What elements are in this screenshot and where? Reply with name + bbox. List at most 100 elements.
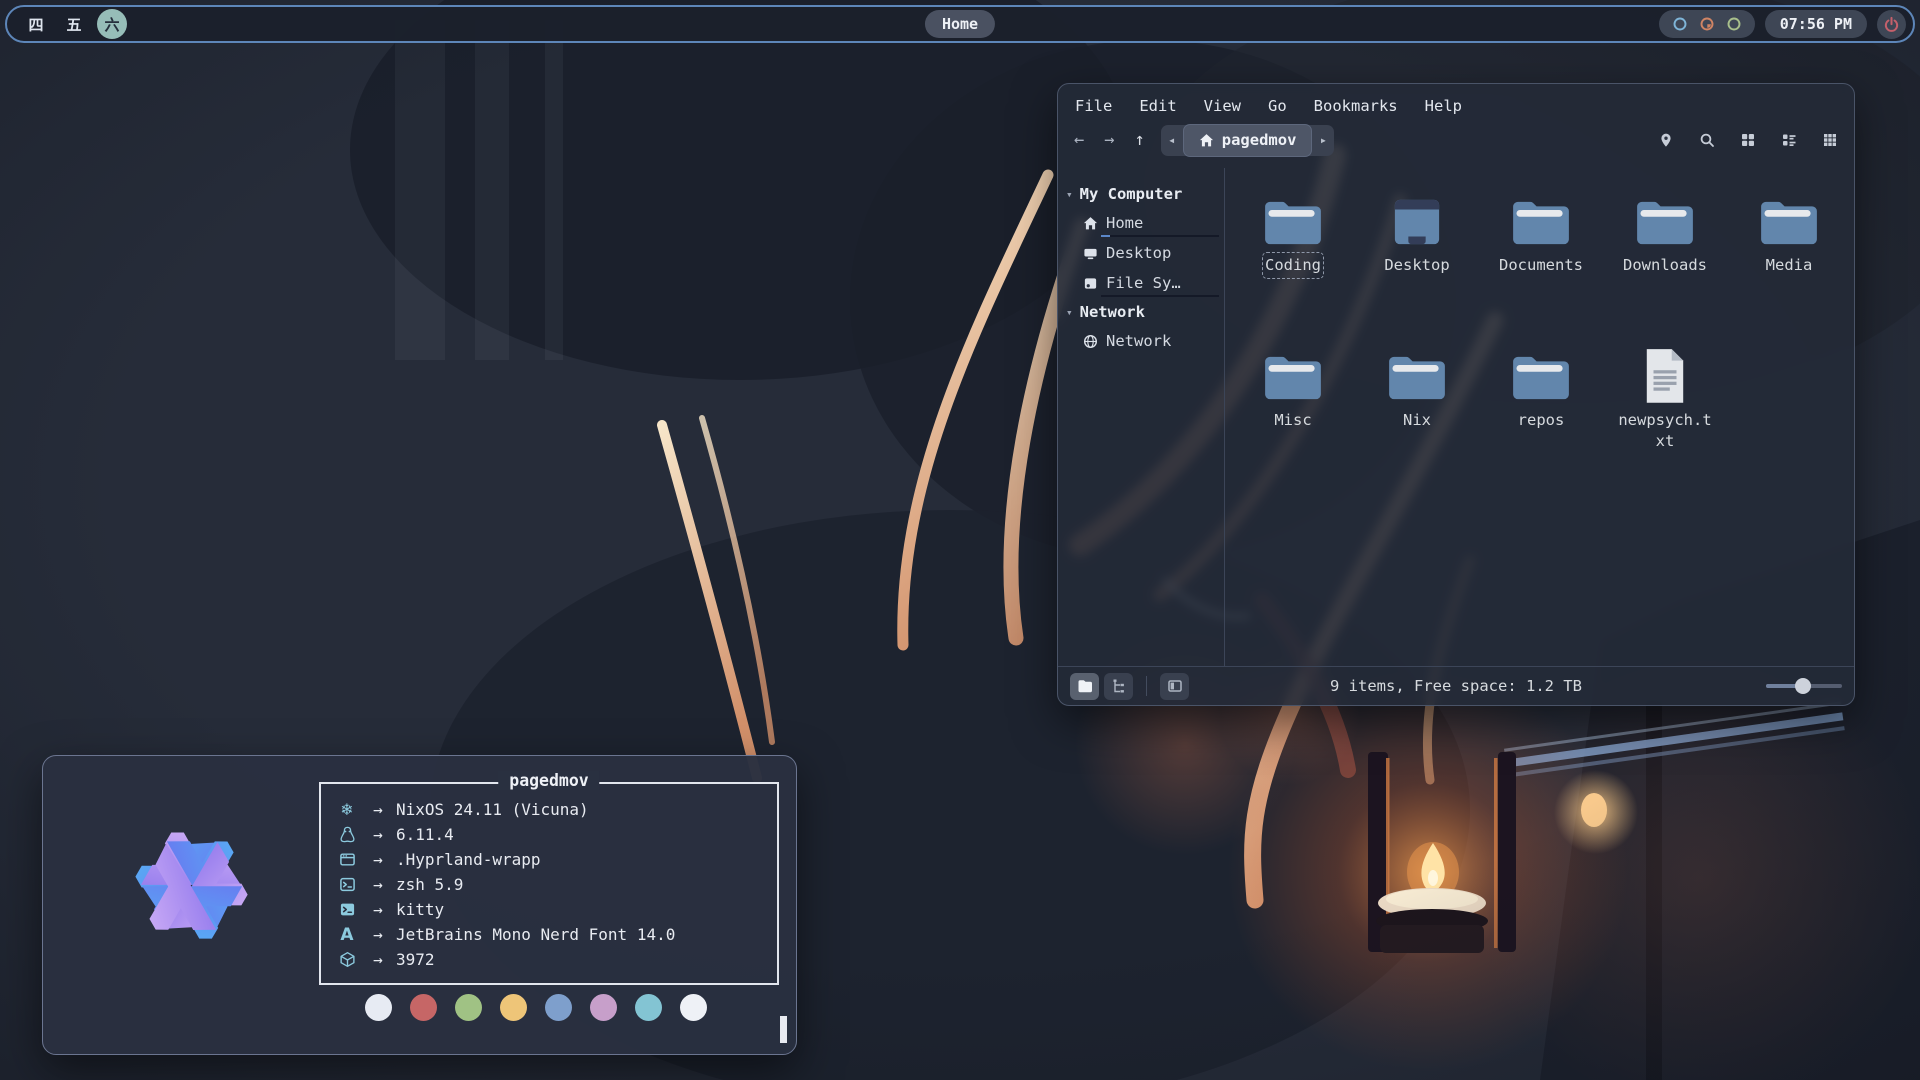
thumbnail-view-icon[interactable] (1822, 132, 1838, 148)
nav-buttons: ← → ↑ (1074, 130, 1145, 150)
file-coding[interactable]: Coding (1231, 190, 1355, 276)
file-misc[interactable]: Misc (1231, 345, 1355, 431)
menu-file[interactable]: File (1075, 97, 1112, 115)
fetch-row: A→JetBrains Mono Nerd Font 14.0 (334, 922, 769, 947)
file-label: Coding (1265, 255, 1321, 276)
file-newpsych.txt[interactable]: newpsych.txt (1603, 345, 1727, 452)
menu-bar: File Edit View Go Bookmarks Help (1058, 84, 1854, 119)
file-downloads[interactable]: Downloads (1603, 190, 1727, 276)
sidebar-item-desktop[interactable]: Desktop (1058, 238, 1224, 268)
section-label: Network (1080, 303, 1145, 321)
window-body: ▾My Computer Home Desktop File Sy… ▾ Network N… (1058, 168, 1854, 667)
palette-dot-4 (500, 994, 527, 1021)
arrow-right-icon: → (360, 875, 396, 894)
zoom-slider[interactable] (1766, 677, 1842, 695)
home-icon (1083, 216, 1098, 231)
separator (1146, 676, 1147, 696)
palette-dot-8 (680, 994, 707, 1021)
window-icon (334, 851, 360, 868)
file-label: Nix (1403, 410, 1431, 431)
file-desktop[interactable]: Desktop (1355, 190, 1479, 276)
file-label: Downloads (1623, 255, 1707, 276)
compact-view-icon[interactable] (1781, 132, 1797, 148)
back-icon[interactable]: ← (1074, 130, 1084, 150)
fetch-value: NixOS 24.11 (Vicuna) (396, 800, 589, 819)
menu-view[interactable]: View (1204, 97, 1241, 115)
fetch-value: 6.11.4 (396, 825, 454, 844)
workspace-1[interactable]: 四 (21, 9, 51, 39)
forward-icon[interactable]: → (1104, 130, 1114, 150)
chevron-left-icon[interactable]: ◂ (1161, 133, 1183, 147)
terminal-icon (334, 901, 360, 918)
file-documents[interactable]: Documents (1479, 190, 1603, 276)
side-panel-button[interactable] (1160, 673, 1189, 700)
chevron-down-icon: ▾ (1066, 306, 1073, 319)
palette-dot-1 (365, 994, 392, 1021)
folder-icon (1634, 190, 1696, 248)
clock[interactable]: 07:56 PM (1765, 10, 1867, 38)
menu-go[interactable]: Go (1268, 97, 1287, 115)
nixos-icon: ❄ (334, 800, 360, 819)
file-manager-window: File Edit View Go Bookmarks Help ← → ↑ ◂ pagedm… (1057, 83, 1855, 706)
sidebar: ▾My Computer Home Desktop File Sy… ▾ Network N… (1058, 168, 1225, 667)
fetch-title: pagedmov (498, 771, 599, 790)
path-tab[interactable]: pagedmov (1183, 124, 1313, 157)
file-label: Misc (1274, 410, 1311, 431)
file-label: repos (1518, 410, 1565, 431)
desktop-large-icon (1386, 190, 1448, 248)
system-tray (1659, 10, 1755, 38)
sidebar-item-label: Network (1106, 332, 1171, 350)
folder-view-button[interactable] (1070, 673, 1099, 700)
menu-help[interactable]: Help (1425, 97, 1462, 115)
fetch-row: →kitty (334, 897, 769, 922)
menu-bookmarks[interactable]: Bookmarks (1314, 97, 1398, 115)
folder-icon (1758, 190, 1820, 248)
tray-circle-green-icon[interactable] (1726, 16, 1742, 32)
view-mode-buttons (1070, 673, 1189, 700)
text-file-icon (1642, 345, 1688, 403)
terminal-color-palette (365, 994, 707, 1021)
workspace-3[interactable]: 六 (97, 9, 127, 39)
chevron-right-icon[interactable]: ▸ (1312, 133, 1334, 147)
sidebar-item-label: Desktop (1106, 244, 1171, 262)
file-label: Desktop (1384, 255, 1449, 276)
up-icon[interactable]: ↑ (1135, 130, 1145, 150)
menu-edit[interactable]: Edit (1139, 97, 1176, 115)
fetch-row: →6.11.4 (334, 822, 769, 847)
drive-icon (1083, 276, 1098, 291)
active-window-title: Home (925, 10, 995, 38)
toolbar-right-icons (1658, 132, 1838, 148)
shell-icon (334, 876, 360, 893)
globe-icon (1083, 334, 1098, 349)
font-icon: A (334, 925, 360, 945)
fetch-box: pagedmov ❄→NixOS 24.11 (Vicuna)→6.11.4→.… (319, 782, 779, 985)
sidebar-section-network[interactable]: ▾ Network (1058, 298, 1224, 326)
file-media[interactable]: Media (1727, 190, 1851, 276)
arrow-right-icon: → (360, 850, 396, 869)
power-button[interactable] (1877, 10, 1906, 39)
linux-icon (334, 826, 360, 843)
path-bar: ◂ pagedmov ▸ (1161, 125, 1335, 156)
bar-right-group: 07:56 PM (1659, 10, 1913, 39)
slider-knob[interactable] (1795, 678, 1811, 694)
icon-view-icon[interactable] (1740, 132, 1756, 148)
sidebar-item-network[interactable]: Network (1058, 326, 1224, 356)
file-nix[interactable]: Nix (1355, 345, 1479, 431)
file-label: Documents (1499, 255, 1583, 276)
palette-dot-7 (635, 994, 662, 1021)
search-icon[interactable] (1699, 132, 1715, 148)
sidebar-item-label: Home (1106, 214, 1143, 232)
tree-view-button[interactable] (1104, 673, 1133, 700)
tray-circle-blue-icon[interactable] (1672, 16, 1688, 32)
sidebar-item-home[interactable]: Home (1058, 208, 1224, 238)
power-icon (1883, 16, 1900, 33)
workspace-2[interactable]: 五 (59, 9, 89, 39)
selection-underline (1101, 295, 1219, 297)
sidebar-section-my-computer[interactable]: ▾My Computer (1058, 180, 1224, 208)
file-repos[interactable]: repos (1479, 345, 1603, 431)
fetch-row: →.Hyprland-wrapp (334, 847, 769, 872)
sidebar-item-file-sy[interactable]: File Sy… (1058, 268, 1224, 298)
tray-circle-orange-icon[interactable] (1699, 16, 1715, 32)
file-label: Media (1766, 255, 1813, 276)
location-pin-icon[interactable] (1658, 132, 1674, 148)
